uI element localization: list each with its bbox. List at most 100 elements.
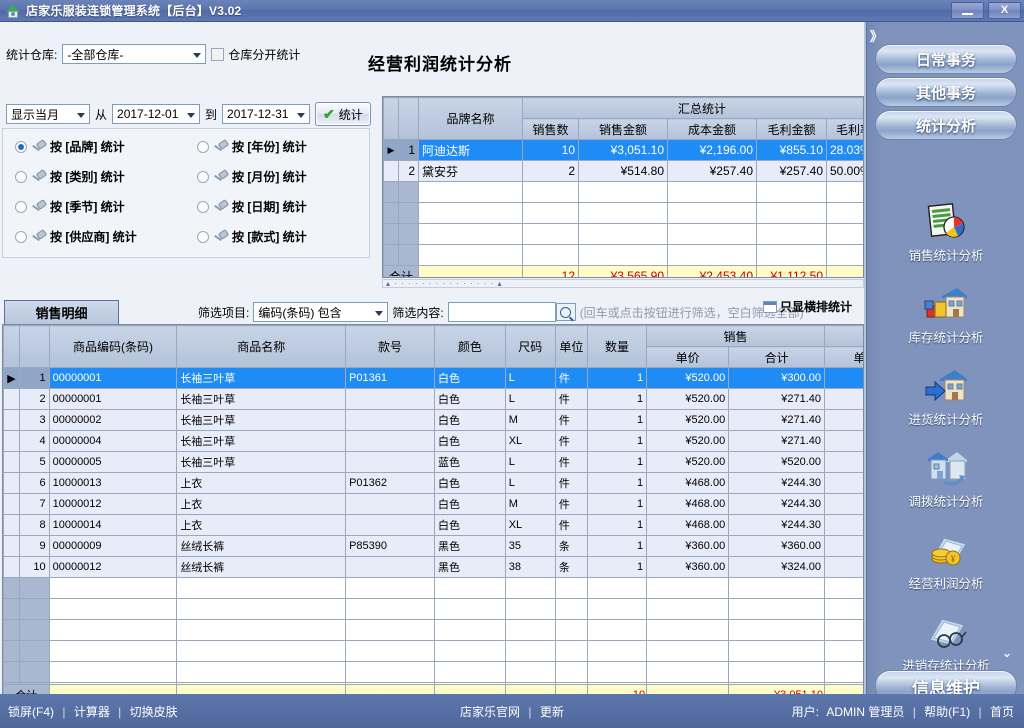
cell-size: L: [504, 388, 556, 410]
sidebar-button-2[interactable]: 其他事务: [875, 77, 1017, 107]
detail-col-code[interactable]: 商品编码(条码): [48, 325, 178, 368]
stat-mode-option-6[interactable]: 按 [日期] 统计: [197, 198, 307, 215]
calculator-link[interactable]: 计算器: [74, 705, 110, 719]
pin-icon: [32, 170, 45, 183]
cell-size: L: [504, 472, 556, 494]
detail-col-unit[interactable]: 单位: [554, 325, 588, 368]
sidebar-item-1[interactable]: 销售统计分析: [867, 202, 1024, 264]
stat-mode-option-3[interactable]: 按 [类别] 统计: [15, 168, 125, 185]
official-site-link[interactable]: 店家乐官网: [460, 705, 520, 719]
detail-col-color[interactable]: 颜色: [434, 325, 506, 368]
cell-code: 00000001: [48, 388, 178, 410]
table-row[interactable]: 200000001长袖三叶草 白色L件1¥520.00¥271.40¥234.00…: [3, 388, 863, 410]
stat-mode-option-2[interactable]: 按 [年份] 统计: [197, 138, 307, 155]
cell-name: 长袖三叶草: [176, 451, 347, 473]
table-row[interactable]: 1000000012丝绒长裤 黑色38条1¥360.00¥324.00¥162.0…: [3, 556, 863, 578]
summary-col-profit[interactable]: 毛利金额: [756, 118, 827, 140]
sidebar-item-4[interactable]: 调拨统计分析: [867, 448, 1024, 510]
sidebar-item-2[interactable]: 库存统计分析: [867, 284, 1024, 346]
cell-size: L: [504, 367, 556, 389]
warehouse-select[interactable]: -全部仓库-: [62, 44, 207, 64]
summary-col-qty[interactable]: 销售数: [522, 118, 579, 140]
sidebar-button-1[interactable]: 日常事务: [875, 44, 1017, 74]
stat-mode-option-7[interactable]: 按 [供应商] 统计: [15, 228, 137, 245]
cell-sale-price: ¥468.00: [646, 514, 730, 536]
detail-grid[interactable]: 商品编码(条码) 商品名称 款号 颜色 尺码 单位 数量 销售 成本 单价 合计…: [2, 324, 864, 704]
help-link[interactable]: 帮助(F1): [924, 705, 970, 719]
sidebar-item-6[interactable]: 进销存统计分析: [867, 612, 1024, 674]
stat-mode-label: 按 [品牌] 统计: [50, 140, 125, 154]
period-select[interactable]: 显示当月: [6, 104, 90, 124]
detail-corner: [3, 325, 20, 368]
detail-col-cost-price[interactable]: 单价: [823, 346, 863, 368]
cell-color: 白色: [434, 514, 506, 536]
date-from-input[interactable]: 2017-12-01: [112, 104, 201, 124]
tab-sales-detail[interactable]: 销售明细: [4, 300, 119, 324]
close-button[interactable]: X: [988, 2, 1021, 19]
skin-switch-link[interactable]: 切换皮肤: [130, 705, 178, 719]
sidebar-item-3[interactable]: 进货统计分析: [867, 366, 1024, 428]
date-to-input[interactable]: 2017-12-31: [222, 104, 311, 124]
summary-grid[interactable]: 品牌名称 汇总统计 销售数 销售金额 成本金额 毛利金额 毛利率 ▶1阿迪达斯1…: [382, 96, 864, 278]
row-marker: [3, 535, 20, 557]
table-row[interactable]: 2黛安芬2¥514.80¥257.40¥257.4050.00%: [383, 160, 863, 182]
summary-col-rate[interactable]: 毛利率: [825, 118, 863, 140]
table-row[interactable]: 810000014上衣白色XL件1¥468.00¥244.30¥234.00¥2…: [3, 514, 863, 536]
sidebar-scroll-down-icon[interactable]: ⌄: [1002, 646, 1012, 660]
detail-rownum-header: [18, 325, 50, 368]
detail-col-name[interactable]: 商品名称: [176, 325, 347, 368]
radio-button: [15, 230, 27, 243]
filter-item-select[interactable]: 编码(条码) 包含: [253, 302, 389, 322]
sidebar-collapse-button[interactable]: 》: [870, 26, 883, 45]
summary-col-cost[interactable]: 成本金额: [667, 118, 757, 140]
minimize-button[interactable]: [951, 2, 984, 19]
table-row[interactable]: 300000002长袖三叶草 白色M件1¥520.00¥271.40¥234.00…: [3, 409, 863, 431]
row-marker: [3, 472, 20, 494]
row-marker: ▶: [3, 367, 20, 389]
detail-col-qty[interactable]: 数量: [586, 325, 648, 368]
table-row[interactable]: 400000004长袖三叶草 白色XL件1¥520.00¥271.40¥234.0…: [3, 430, 863, 452]
horizontal-stat-checkbox[interactable]: 只显横排统计: [763, 298, 852, 315]
row-number: 4: [18, 430, 50, 452]
stat-mode-label: 按 [季节] 统计: [50, 200, 125, 214]
stat-mode-option-1[interactable]: 按 [品牌] 统计: [15, 138, 125, 155]
home-link[interactable]: 首页: [990, 705, 1014, 719]
detail-col-size[interactable]: 尺码: [504, 325, 556, 368]
summary-col-sales[interactable]: 销售金额: [578, 118, 668, 140]
empty-row: [3, 577, 863, 599]
cell-style: [345, 409, 436, 431]
chevron-down-icon: [297, 113, 306, 118]
stat-mode-option-8[interactable]: 按 [款式] 统计: [197, 228, 307, 245]
table-row[interactable]: ▶1阿迪达斯10¥3,051.10¥2,196.00¥855.1028.03%: [383, 139, 863, 161]
cell-sale-price: ¥360.00: [646, 535, 730, 557]
window-controls: X: [951, 2, 1021, 19]
row-marker: [383, 160, 399, 182]
filter-content-input[interactable]: [447, 302, 556, 322]
filter-item-label: 筛选项目:: [198, 305, 250, 320]
update-link[interactable]: 更新: [540, 705, 564, 719]
table-row[interactable]: 610000013上衣P01362白色L件1¥468.00¥244.30¥234…: [3, 472, 863, 494]
detail-col-style[interactable]: 款号: [345, 325, 436, 368]
sidebar-item-5[interactable]: ¥ 经营利润分析: [867, 530, 1024, 592]
lock-screen-link[interactable]: 锁屏(F4): [8, 705, 54, 719]
stat-mode-option-4[interactable]: 按 [月份] 统计: [197, 168, 307, 185]
cell-rate: 50.00%: [825, 160, 863, 182]
summary-col-brand[interactable]: 品牌名称: [418, 97, 523, 140]
detail-col-sale-price[interactable]: 单价: [646, 346, 730, 368]
table-row[interactable]: 500000005长袖三叶草蓝色L件1¥520.00¥520.00¥234.00…: [3, 451, 863, 473]
table-row[interactable]: ▶ 1 00000001 长袖三叶草 P01361 白色 L 件 1 ¥520.00 ¥300.00…: [3, 367, 863, 389]
summary-total-label: 合计: [383, 265, 419, 277]
stat-mode-option-5[interactable]: 按 [季节] 统计: [15, 198, 125, 215]
table-row[interactable]: 710000012上衣白色M件1¥468.00¥244.30¥234.00¥23…: [3, 493, 863, 515]
filter-search-button[interactable]: [555, 303, 576, 321]
sidebar-button-3[interactable]: 统计分析: [875, 110, 1017, 140]
separate-warehouse-checkbox[interactable]: 仓库分开统计: [211, 46, 300, 63]
summary-rownum-header: [398, 97, 419, 140]
date-from-value: 2017-12-01: [117, 107, 179, 121]
table-row[interactable]: 900000009丝绒长裤P85390黑色35条1¥360.00¥360.00¥…: [3, 535, 863, 557]
cell-size: XL: [504, 430, 556, 452]
summary-grid-hscrollbar[interactable]: ▴ · · · · · · · · · · · · · · · ▴: [382, 279, 864, 288]
cell-brand: 阿迪达斯: [418, 139, 523, 161]
detail-col-sale-total[interactable]: 合计: [728, 346, 825, 368]
run-statistics-button[interactable]: ✔ 统计: [315, 102, 372, 126]
